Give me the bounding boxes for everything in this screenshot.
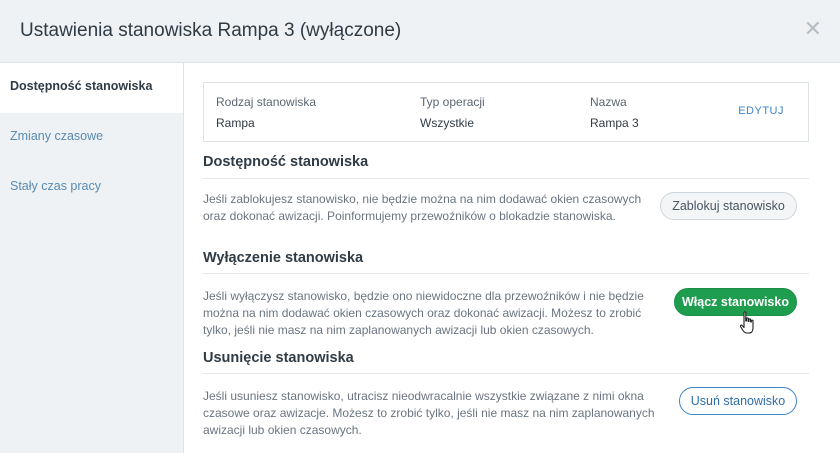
station-type-value: Rampa (216, 116, 255, 130)
disable-desc-line: można na nim dodawać okien czasowych ora… (203, 306, 642, 320)
divider (203, 373, 809, 374)
disable-section-title: Wyłączenie stanowiska (203, 250, 364, 266)
operation-type-label: Typ operacji (420, 95, 485, 109)
modal-header: Ustawienia stanowiska Rampa 3 (wyłączone… (0, 0, 840, 63)
availability-section-title: Dostępność stanowiska (203, 154, 369, 170)
main-content: Rodzaj stanowiska Rampa Typ operacji Wsz… (184, 63, 840, 453)
delete-desc-line: awizacji lub okien czasowych. (203, 423, 362, 437)
edit-link[interactable]: EDYTUJ (738, 105, 784, 117)
delete-desc-line: Jeśli usuniesz stanowisko, utracisz nieo… (203, 389, 644, 403)
availability-desc-line: oraz dokonać awizacji. Poinformujemy prz… (203, 209, 616, 223)
disable-description: Jeśli wyłączysz stanowisko, będzie ono n… (203, 288, 644, 339)
operation-type-value: Wszystkie (420, 116, 474, 130)
close-icon[interactable]: ✕ (804, 18, 822, 40)
settings-modal: Ustawienia stanowiska Rampa 3 (wyłączone… (0, 0, 840, 453)
hand-pointer-icon (739, 311, 754, 334)
info-name: Nazwa Rampa 3 (590, 95, 639, 130)
name-label: Nazwa (590, 95, 627, 109)
availability-description: Jeśli zablokujesz stanowisko, nie będzie… (203, 191, 641, 225)
sidebar-item-time-changes[interactable]: Zmiany czasowe (0, 113, 183, 163)
station-info-box: Rodzaj stanowiska Rampa Typ operacji Wsz… (203, 82, 809, 142)
sidebar-item-availability[interactable]: Dostępność stanowiska (0, 63, 183, 113)
availability-desc-line: Jeśli zablokujesz stanowisko, nie będzie… (203, 192, 642, 206)
delete-description: Jeśli usuniesz stanowisko, utracisz nieo… (203, 388, 655, 439)
info-station-type: Rodzaj stanowiska Rampa (216, 95, 316, 130)
delete-desc-line: czasowe oraz awizacje. Możesz to zrobić … (203, 406, 655, 420)
disable-desc-line: tylko, jeśli nie masz na nim zaplanowany… (203, 323, 594, 337)
modal-title: Ustawienia stanowiska Rampa 3 (wyłączone… (20, 20, 402, 41)
info-operation-type: Typ operacji Wszystkie (420, 95, 485, 130)
delete-section-title: Usunięcie stanowiska (203, 350, 354, 366)
enable-station-button[interactable]: Włącz stanowisko (674, 288, 797, 316)
name-value: Rampa 3 (590, 116, 639, 130)
sidebar-item-fixed-working-time[interactable]: Stały czas pracy (0, 163, 183, 213)
block-station-button[interactable]: Zablokuj stanowisko (660, 192, 797, 220)
delete-station-button[interactable]: Usuń stanowisko (679, 387, 797, 415)
divider (203, 178, 809, 179)
station-type-label: Rodzaj stanowiska (216, 95, 317, 109)
divider (203, 273, 809, 274)
sidebar: Dostępność stanowiska Zmiany czasowe Sta… (0, 63, 184, 453)
disable-desc-line: Jeśli wyłączysz stanowisko, będzie ono n… (203, 289, 644, 303)
